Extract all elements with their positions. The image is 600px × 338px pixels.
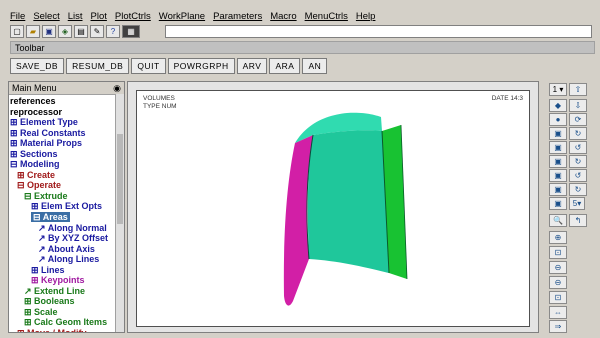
tree-item[interactable]: ⊞ Element Type (10, 117, 124, 128)
main-menu-title-text: Main Menu (12, 83, 57, 93)
menu-menuctrls[interactable]: MenuCtrls (305, 11, 348, 22)
quit-button[interactable]: QUIT (131, 58, 166, 74)
tree-item[interactable]: ⊞ Scale (10, 307, 124, 318)
an-button[interactable]: AN (302, 58, 328, 74)
menu-plot[interactable]: Plot (91, 11, 107, 22)
powrgrph-button[interactable]: POWRGRPH (167, 58, 235, 74)
tree-item[interactable]: ↗ Along Normal (10, 223, 124, 234)
tree-item[interactable]: ⊞ Elem Ext Opts (10, 201, 124, 212)
rotate-neg-icon[interactable]: ↺ (569, 169, 587, 182)
tree-item[interactable]: ↗ By XYZ Offset (10, 233, 124, 244)
tree-item[interactable]: ↗ Extend Line (10, 286, 124, 297)
open-icon[interactable]: ▰ (26, 24, 40, 38)
menu-plotctrls[interactable]: PlotCtrls (115, 11, 151, 22)
tree-item[interactable]: ↗ About Axis (10, 244, 124, 255)
main-menu-scrollbar[interactable] (115, 94, 124, 332)
menu-parameters[interactable]: Parameters (213, 11, 262, 22)
oblique-view-icon[interactable]: ↺ (569, 141, 587, 154)
zoom-reset-icon[interactable]: ↰ (569, 214, 587, 227)
rotate-z-neg-icon[interactable]: ↻ (569, 183, 587, 196)
main-menu-tree: references reprocessor ⊞ Element Type ⊞ Rea… (9, 95, 124, 333)
back-view-icon[interactable]: ⟳ (569, 113, 587, 126)
toolbar-buttons: SAVE_DB RESUM_DB QUIT POWRGRPH ARV ARA A… (10, 58, 595, 74)
reset-view-icon[interactable]: ⇒ (549, 320, 567, 333)
rotate-z-icon[interactable]: ▣ (549, 169, 567, 182)
front-view-icon[interactable]: ⇩ (569, 99, 587, 112)
dynamic-mode-icon[interactable]: ⇔ (549, 306, 567, 319)
save-icon[interactable]: ▣ (42, 24, 56, 38)
pan-icon[interactable]: ▣ (549, 197, 567, 210)
tree-item[interactable]: ⊞ Lines (10, 265, 124, 276)
menu-file[interactable]: File (10, 11, 25, 22)
grid-icon[interactable]: ▦ (122, 24, 140, 38)
new-icon[interactable]: ▢ (10, 24, 24, 38)
zoom-icon[interactable]: 🔍 (549, 214, 567, 227)
print-icon[interactable]: ▤ (74, 24, 88, 38)
save-db-button[interactable]: SAVE_DB (10, 58, 65, 74)
volume-model (283, 112, 408, 306)
menu-macro[interactable]: Macro (270, 11, 296, 22)
command-input[interactable] (165, 25, 592, 38)
main-menu-panel: Main Menu ◉ references reprocessor ⊞ Eleme… (8, 81, 125, 333)
view-control-panel: 1 ▾ ⇧ ◆ ⇩ ● ⟳ ▣ ↻ ▣ ↺ ▣ ↻ ▣ ↺ ▣ ↻ ▣ 5▾ 🔍… (543, 81, 593, 333)
zoom-out-icon[interactable]: ⊖ (549, 276, 567, 289)
resum-db-button[interactable]: RESUM_DB (66, 58, 130, 74)
tree-item[interactable]: ⊞ Move / Modify (10, 328, 124, 333)
right-view-icon[interactable]: ▣ (549, 127, 567, 140)
graphics-canvas[interactable]: VOLUMES TYPE NUM DATE 14:3 (136, 90, 530, 327)
tree-item[interactable]: ⊞ Real Constants (10, 128, 124, 139)
menu-bar: File Select List Plot PlotCtrls WorkPlan… (10, 9, 595, 23)
left-view-icon[interactable]: ↻ (569, 127, 587, 140)
tree-item[interactable]: ⊞ Calc Geom Items (10, 317, 124, 328)
tree-item[interactable]: ↗ Along Lines (10, 254, 124, 265)
tree-item[interactable]: ⊞ Keypoints (10, 275, 124, 286)
tree-item[interactable]: ⊞ Create (10, 170, 124, 181)
ara-button[interactable]: ARA (269, 58, 301, 74)
tree-item[interactable]: ⊟ Modeling (10, 159, 124, 170)
rotate-pos-icon[interactable]: ▣ (549, 183, 567, 196)
arv-button[interactable]: ARV (236, 58, 268, 74)
tree-item[interactable]: ⊞ Booleans (10, 296, 124, 307)
main-menu-title: Main Menu ◉ (9, 82, 124, 95)
menu-help[interactable]: Help (356, 11, 376, 22)
menu-workplane[interactable]: WorkPlane (159, 11, 205, 22)
graphics-window: VOLUMES TYPE NUM DATE 14:3 (127, 81, 539, 333)
report-icon[interactable]: ✎ (90, 24, 104, 38)
menu-list[interactable]: List (68, 11, 83, 22)
tree-item[interactable]: ⊟ Areas (31, 211, 70, 222)
tree-item[interactable]: reprocessor (10, 107, 124, 118)
toolbar-title: Toolbar (10, 41, 595, 54)
step-input[interactable]: 5▾ (569, 197, 585, 210)
tree-item[interactable]: ⊞ Sections (10, 149, 124, 160)
scroll-thumb[interactable] (117, 134, 123, 224)
tree-item[interactable]: ⊟ Operate (10, 180, 124, 191)
help-icon[interactable]: ? (106, 24, 120, 38)
bottom-view-icon[interactable]: ▣ (549, 141, 567, 154)
up-arrow-icon[interactable]: ⇧ (569, 83, 587, 96)
rotate-y-icon[interactable]: ↻ (569, 155, 587, 168)
zoom-box-icon[interactable]: ⊡ (549, 246, 567, 259)
top-view-icon[interactable]: ● (549, 113, 567, 126)
rotate-x-icon[interactable]: ▣ (549, 155, 567, 168)
zoom-back-icon[interactable]: ⊖ (549, 261, 567, 274)
fit-icon[interactable]: ⊡ (549, 291, 567, 304)
pan-zoom-icon[interactable]: ◈ (58, 24, 72, 38)
menu-select[interactable]: Select (33, 11, 59, 22)
volume-front-face (307, 130, 389, 273)
window-select-dropdown[interactable]: 1 ▾ (549, 83, 567, 96)
tree-item[interactable]: ⊞ Material Props (10, 138, 124, 149)
iso-view-icon[interactable]: ◆ (549, 99, 567, 112)
zoom-in-icon[interactable]: ⊕ (549, 231, 567, 244)
collapse-icon[interactable]: ◉ (113, 82, 121, 94)
tree-item[interactable]: references (10, 96, 124, 107)
tree-item[interactable]: ⊟ Extrude (10, 191, 124, 202)
